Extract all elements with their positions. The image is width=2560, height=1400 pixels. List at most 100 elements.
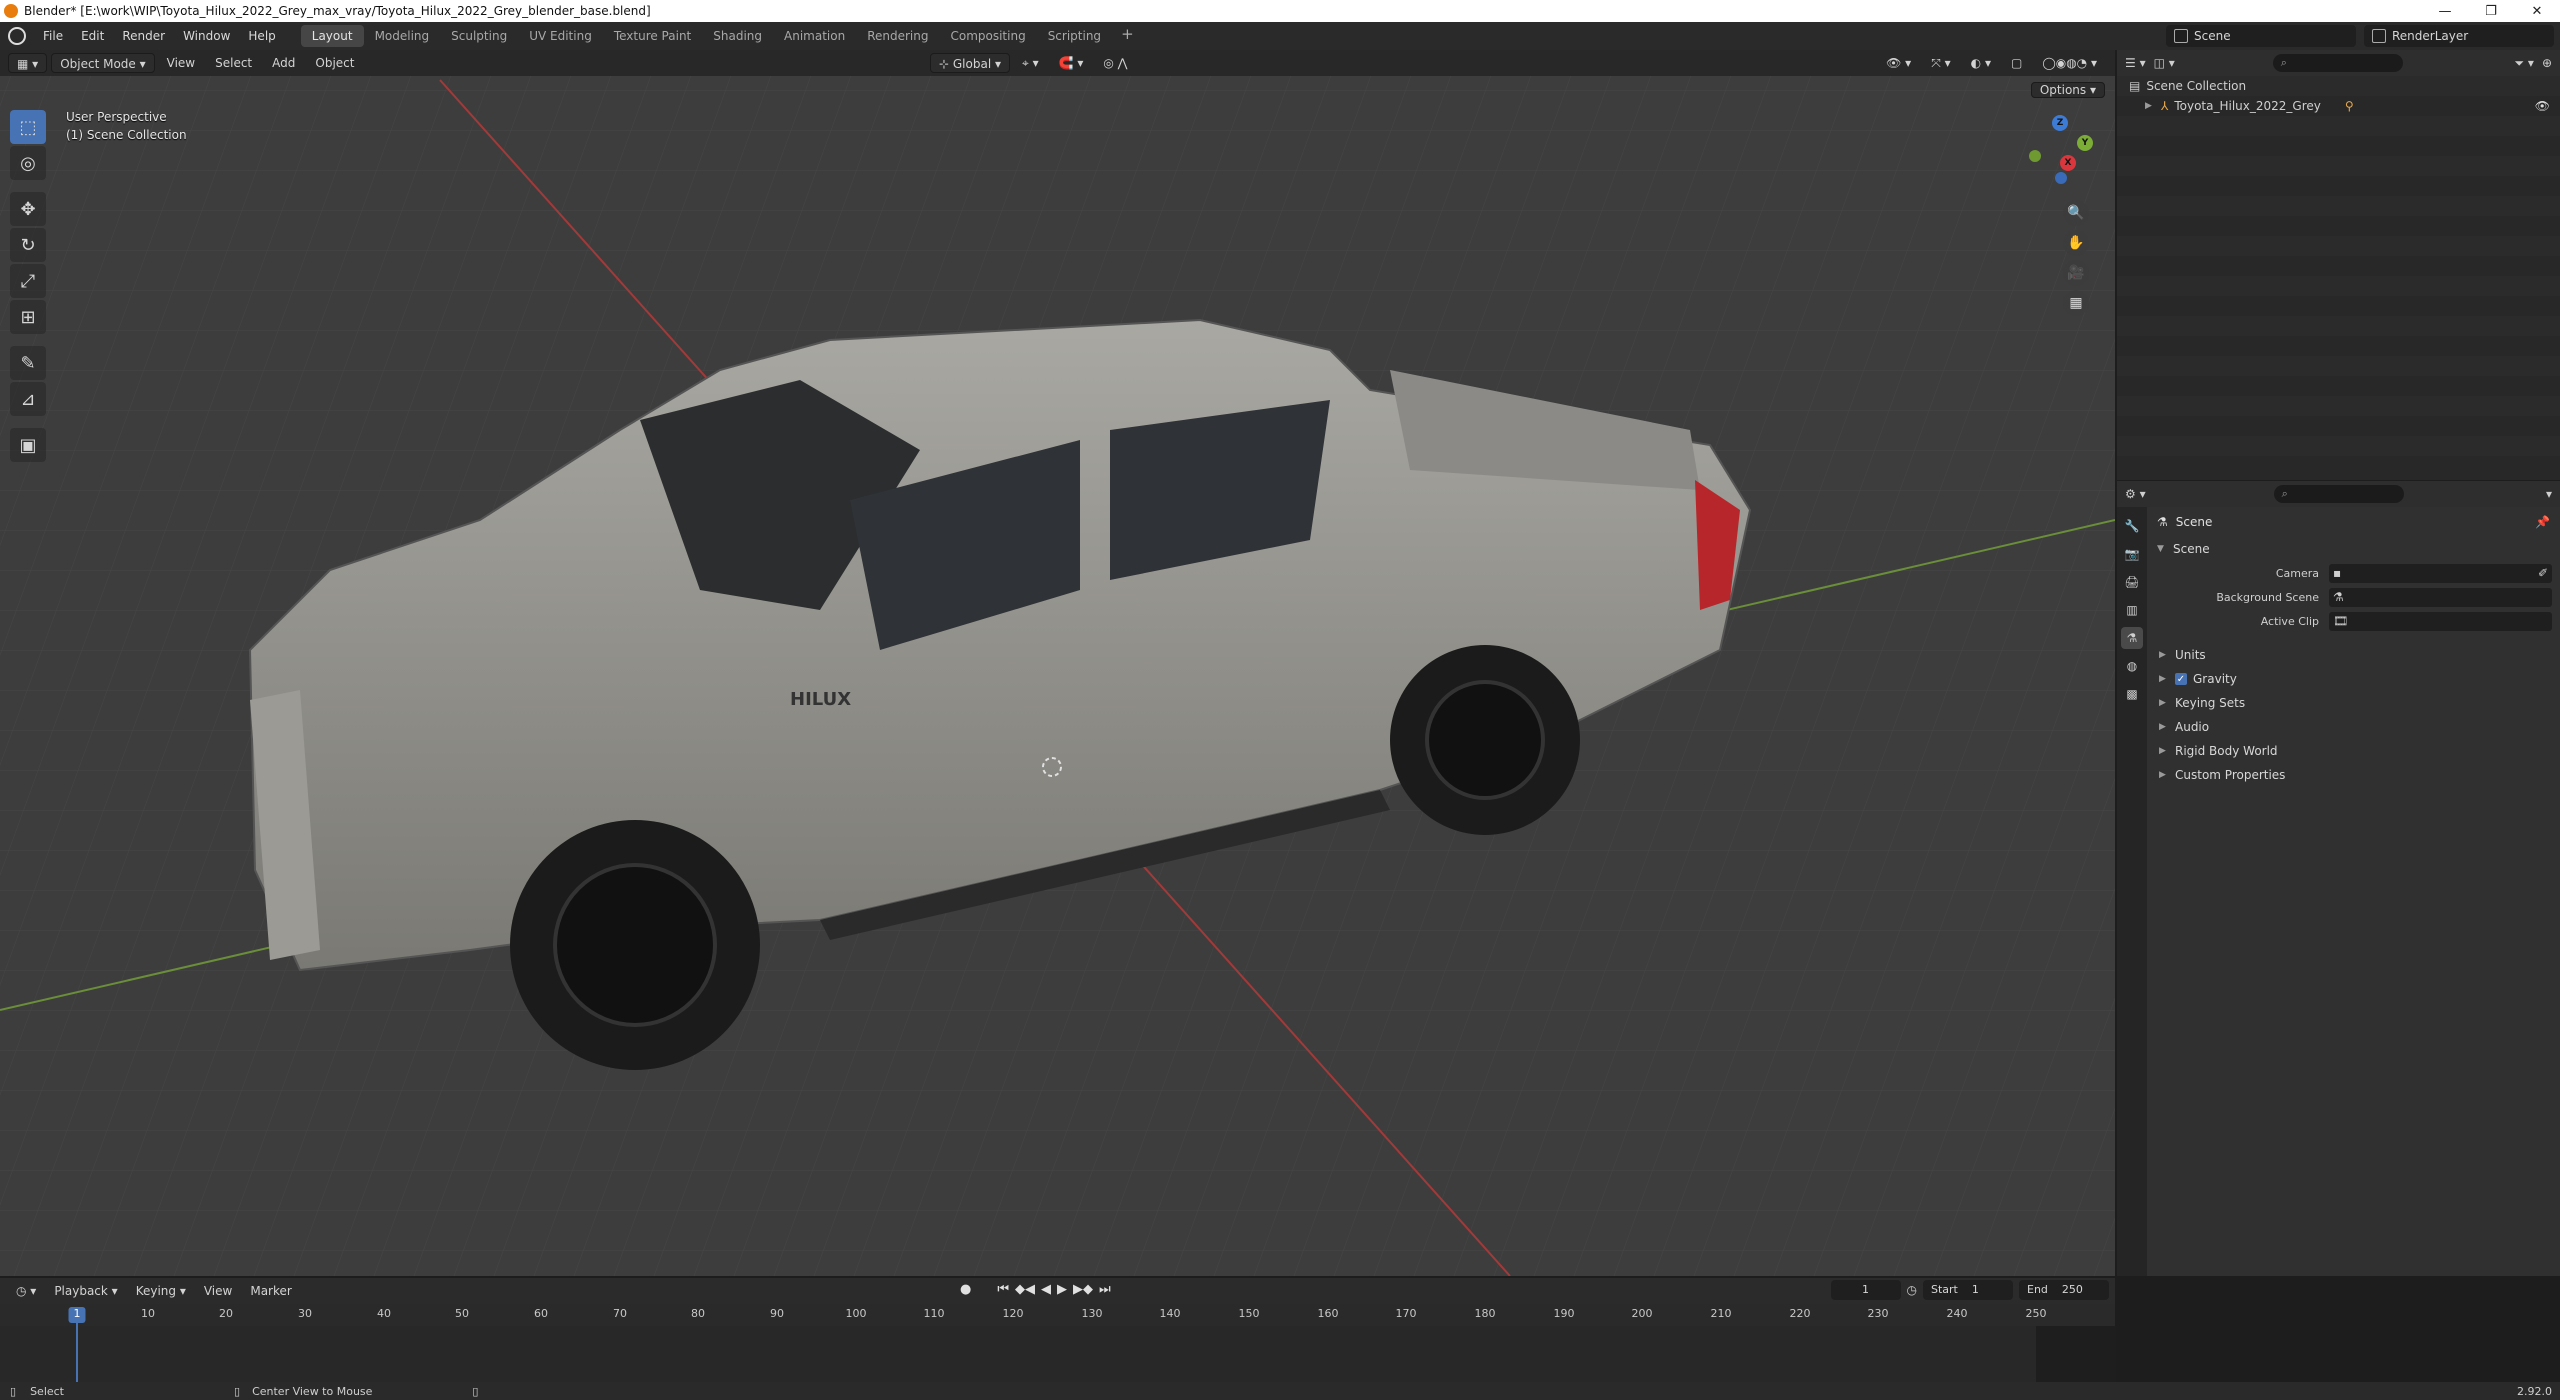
new-collection-icon[interactable]: ⊕ bbox=[2542, 56, 2552, 70]
options-dropdown[interactable]: Options ▾ bbox=[2030, 80, 2105, 100]
snap-icon[interactable]: 🧲 ▾ bbox=[1051, 53, 1092, 73]
perspective-toggle-icon[interactable]: ▦ bbox=[2063, 290, 2089, 316]
current-frame-field[interactable]: 1 bbox=[1830, 1280, 1901, 1300]
menu-window[interactable]: Window bbox=[174, 25, 239, 47]
menu-add[interactable]: Add bbox=[264, 53, 303, 73]
gravity-section[interactable]: ▶ ✓ Gravity bbox=[2151, 667, 2560, 691]
cursor-tool-icon[interactable]: ◎ bbox=[10, 146, 46, 180]
tab-sculpting[interactable]: Sculpting bbox=[440, 25, 518, 47]
filter-icon[interactable]: ⏷ ▾ bbox=[2514, 56, 2533, 71]
record-icon[interactable]: ● bbox=[960, 1282, 971, 1297]
menu-playback[interactable]: Playback ▾ bbox=[46, 1281, 125, 1301]
orientation-dropdown[interactable]: ⊹ Global ▾ bbox=[930, 53, 1010, 73]
zoom-icon[interactable]: 🔍 bbox=[2063, 200, 2089, 226]
tab-modeling[interactable]: Modeling bbox=[364, 25, 441, 47]
tab-animation[interactable]: Animation bbox=[773, 25, 856, 47]
maximize-button[interactable]: ❐ bbox=[2468, 0, 2514, 22]
menu-edit[interactable]: Edit bbox=[72, 25, 113, 47]
pivot-icon[interactable]: ⌖ ▾ bbox=[1014, 53, 1047, 73]
add-cube-tool-icon[interactable]: ▣ bbox=[10, 428, 46, 462]
view-layer-selector[interactable]: RenderLayer bbox=[2364, 25, 2554, 47]
menu-marker[interactable]: Marker bbox=[242, 1281, 299, 1301]
add-workspace-button[interactable]: + bbox=[1112, 25, 1143, 47]
timeline-ruler[interactable]: 10 20 30 40 50 60 70 80 90 100 110 120 1… bbox=[0, 1304, 2115, 1326]
expand-arrow-icon[interactable]: ▶ bbox=[2145, 96, 2155, 116]
outliner-row-object[interactable]: ▶ ⅄ Toyota_Hilux_2022_Grey ⚲ 👁 bbox=[2117, 96, 2560, 116]
pin-icon[interactable]: 📌 bbox=[2535, 515, 2550, 529]
gizmo-toggle-icon[interactable]: ⤧ ▾ bbox=[1923, 53, 1958, 73]
timeline-keyframe-area[interactable] bbox=[0, 1326, 2115, 1382]
play-reverse-icon[interactable]: ◀ bbox=[1041, 1282, 1051, 1297]
tab-scripting[interactable]: Scripting bbox=[1037, 25, 1112, 47]
tab-texture-paint[interactable]: Texture Paint bbox=[603, 25, 702, 47]
scene-tab-icon[interactable]: ⚗ bbox=[2121, 627, 2143, 649]
tab-shading[interactable]: Shading bbox=[702, 25, 773, 47]
properties-editor-type-icon[interactable]: ⚙ ▾ bbox=[2125, 487, 2146, 501]
editor-type-button[interactable]: ▦ ▾ bbox=[8, 53, 48, 73]
xray-icon[interactable]: ▢ bbox=[2003, 53, 2030, 73]
playhead-line[interactable] bbox=[76, 1322, 78, 1382]
rigid-body-world-section[interactable]: ▶ Rigid Body World bbox=[2151, 739, 2560, 763]
scene-selector[interactable]: Scene bbox=[2166, 25, 2356, 47]
x-axis-gizmo[interactable]: X bbox=[2060, 155, 2076, 171]
tab-layout[interactable]: Layout bbox=[300, 25, 364, 47]
units-section[interactable]: ▶ Units bbox=[2151, 643, 2560, 667]
playhead-frame-label[interactable]: 1 bbox=[68, 1307, 86, 1323]
audio-section[interactable]: ▶ Audio bbox=[2151, 715, 2560, 739]
clock-icon[interactable]: ◷ bbox=[1907, 1283, 1917, 1297]
close-button[interactable]: ✕ bbox=[2514, 0, 2560, 22]
menu-view[interactable]: View bbox=[159, 53, 203, 73]
properties-options-icon[interactable]: ▾ bbox=[2546, 487, 2552, 501]
gravity-checkbox[interactable]: ✓ bbox=[2175, 673, 2187, 685]
play-icon[interactable]: ▶ bbox=[1057, 1282, 1067, 1297]
display-mode-icon[interactable]: ◫ ▾ bbox=[2154, 56, 2175, 70]
minimize-button[interactable]: — bbox=[2422, 0, 2468, 22]
shading-modes-icon[interactable]: ◯◉◍◔ ▾ bbox=[2034, 53, 2105, 73]
object-mode-dropdown[interactable]: Object Mode ▾ bbox=[51, 53, 155, 73]
scene-section-header[interactable]: ▼ Scene bbox=[2151, 537, 2560, 561]
visibility-eye-icon[interactable]: 👁 bbox=[2535, 96, 2550, 116]
3d-viewport[interactable]: HILUX ▦ ▾ Object Mode ▾ View Select Add … bbox=[0, 50, 2115, 1276]
view-layer-tab-icon[interactable]: ▥ bbox=[2121, 599, 2143, 621]
move-tool-icon[interactable]: ✥ bbox=[10, 192, 46, 226]
camera-view-icon[interactable]: 🎥 bbox=[2063, 260, 2089, 286]
render-tab-icon[interactable]: 📷 bbox=[2121, 543, 2143, 565]
measure-tool-icon[interactable]: ⊿ bbox=[10, 382, 46, 416]
end-frame-field[interactable]: End 250 bbox=[2019, 1280, 2109, 1300]
neg-z-axis-gizmo[interactable] bbox=[2055, 172, 2067, 184]
camera-field[interactable]: ▪ ✐ bbox=[2329, 563, 2552, 583]
background-scene-field[interactable]: ⚗ bbox=[2329, 587, 2552, 607]
menu-render[interactable]: Render bbox=[113, 25, 174, 47]
world-tab-icon[interactable]: ◍ bbox=[2121, 655, 2143, 677]
y-axis-gizmo[interactable]: Y bbox=[2077, 135, 2093, 151]
timeline-editor-type-icon[interactable]: ◷ ▾ bbox=[8, 1281, 44, 1301]
menu-help[interactable]: Help bbox=[239, 25, 284, 47]
tab-uv-editing[interactable]: UV Editing bbox=[518, 25, 603, 47]
prev-keyframe-icon[interactable]: ◆◀ bbox=[1015, 1282, 1035, 1297]
menu-file[interactable]: File bbox=[34, 25, 72, 47]
proportional-edit-icon[interactable]: ◎ ⋀ bbox=[1095, 53, 1135, 73]
neg-y-axis-gizmo[interactable] bbox=[2029, 150, 2041, 162]
tool-tab-icon[interactable]: 🔧 bbox=[2121, 515, 2143, 537]
visibility-icon[interactable]: 👁 ▾ bbox=[1878, 53, 1919, 73]
texture-tab-icon[interactable]: ▩ bbox=[2121, 683, 2143, 705]
blender-logo-icon[interactable] bbox=[8, 27, 26, 45]
pan-hand-icon[interactable]: ✋ bbox=[2063, 230, 2089, 256]
menu-keying[interactable]: Keying ▾ bbox=[128, 1281, 194, 1301]
active-clip-field[interactable]: 🎞 bbox=[2329, 611, 2552, 631]
menu-timeline-view[interactable]: View bbox=[196, 1281, 240, 1301]
transform-tool-icon[interactable]: ⊞ bbox=[10, 300, 46, 334]
overlay-toggle-icon[interactable]: ◐ ▾ bbox=[1963, 53, 1999, 73]
custom-properties-section[interactable]: ▶ Custom Properties bbox=[2151, 763, 2560, 787]
output-tab-icon[interactable]: 🖨 bbox=[2121, 571, 2143, 593]
keying-sets-section[interactable]: ▶ Keying Sets bbox=[2151, 691, 2560, 715]
jump-start-icon[interactable]: ⏮ bbox=[997, 1282, 1009, 1297]
eyedropper-icon[interactable]: ✐ bbox=[2538, 566, 2548, 580]
jump-end-icon[interactable]: ⏭ bbox=[1099, 1282, 1111, 1297]
outliner-editor-type-icon[interactable]: ☰ ▾ bbox=[2125, 56, 2146, 70]
next-keyframe-icon[interactable]: ▶◆ bbox=[1073, 1282, 1093, 1297]
menu-select[interactable]: Select bbox=[207, 53, 260, 73]
outliner-search-input[interactable]: ⌕ bbox=[2272, 54, 2403, 72]
menu-object[interactable]: Object bbox=[307, 53, 362, 73]
start-frame-field[interactable]: Start 1 bbox=[1923, 1280, 2013, 1300]
